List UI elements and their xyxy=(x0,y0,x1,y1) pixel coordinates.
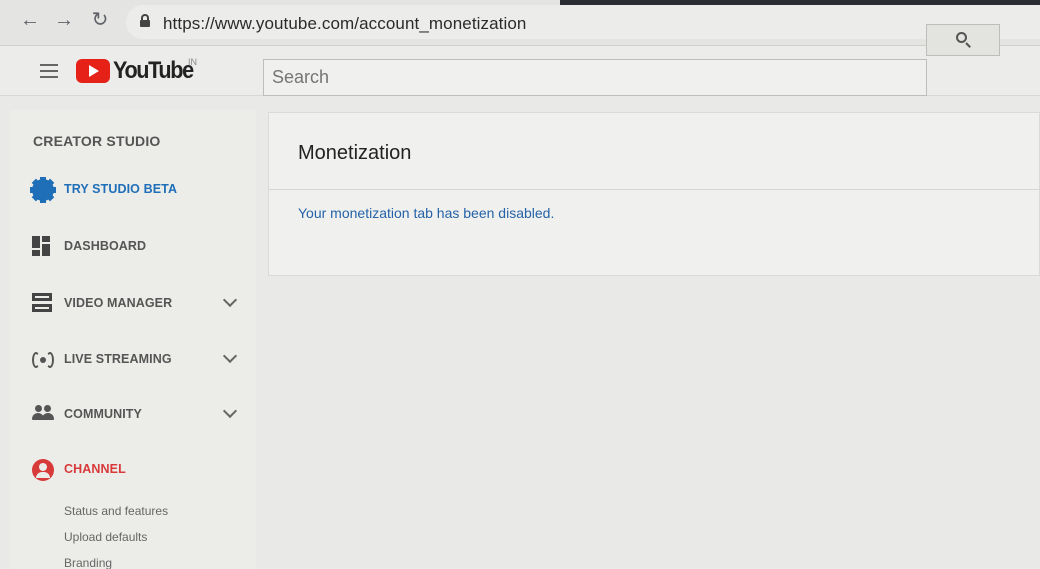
monetization-card: Monetization Your monetization tab has b… xyxy=(268,112,1040,276)
gear-icon xyxy=(30,177,56,203)
search-box xyxy=(263,59,927,96)
logo-country-code: IN xyxy=(188,57,197,67)
sidebar-item-dashboard[interactable]: DASHBOARD xyxy=(30,232,250,262)
sidebar-item-try-studio-beta[interactable]: TRY STUDIO BETA xyxy=(30,175,250,205)
back-arrow-icon[interactable]: ← xyxy=(18,8,42,32)
divider xyxy=(269,189,1040,190)
sidebar-item-community[interactable]: COMMUNITY xyxy=(30,400,250,430)
browser-toolbar: ← → ↻ https://www.youtube.com/account_mo… xyxy=(0,0,1040,46)
youtube-logo[interactable]: YouTube IN xyxy=(76,56,202,86)
logo-text: YouTube xyxy=(113,57,194,84)
forward-arrow-icon[interactable]: → xyxy=(52,8,76,32)
sidebar-subitem-branding[interactable]: Branding xyxy=(64,556,112,569)
sidebar-subitem-upload-defaults[interactable]: Upload defaults xyxy=(64,530,147,544)
community-icon xyxy=(32,404,54,426)
sidebar-item-label: COMMUNITY xyxy=(64,407,142,421)
sidebar-item-live-streaming[interactable]: LIVE STREAMING xyxy=(30,345,250,375)
creator-studio-sidebar: CREATOR STUDIO TRY STUDIO BETA DASHBOARD xyxy=(10,110,256,569)
search-input[interactable] xyxy=(264,60,926,95)
live-streaming-icon xyxy=(32,349,54,371)
monetization-status-message: Your monetization tab has been disabled. xyxy=(298,205,555,221)
chevron-down-icon[interactable] xyxy=(222,292,238,308)
page-title: Monetization xyxy=(298,142,412,164)
search-button[interactable] xyxy=(926,24,1000,56)
address-bar[interactable]: https://www.youtube.com/account_monetiza… xyxy=(126,5,1040,39)
channel-icon xyxy=(32,459,54,481)
sidebar-item-channel[interactable]: CHANNEL xyxy=(30,455,250,485)
sidebar-heading: CREATOR STUDIO xyxy=(33,133,161,149)
sidebar-item-label: LIVE STREAMING xyxy=(64,352,172,366)
sidebar-subitem-status-and-features[interactable]: Status and features xyxy=(64,504,168,518)
chevron-down-icon[interactable] xyxy=(222,403,238,419)
sidebar-item-video-manager[interactable]: VIDEO MANAGER xyxy=(30,289,250,319)
sidebar-item-label: TRY STUDIO BETA xyxy=(64,182,178,196)
dashboard-icon xyxy=(32,236,54,258)
address-url[interactable]: https://www.youtube.com/account_monetiza… xyxy=(163,14,526,34)
lock-icon xyxy=(140,14,150,27)
video-manager-icon xyxy=(32,293,54,315)
reload-icon[interactable]: ↻ xyxy=(88,8,112,32)
youtube-masthead: YouTube IN xyxy=(0,46,1040,96)
sidebar-item-label: CHANNEL xyxy=(64,462,126,476)
menu-icon[interactable] xyxy=(40,64,58,78)
chevron-down-icon[interactable] xyxy=(222,348,238,364)
youtube-play-icon xyxy=(76,59,110,83)
sidebar-item-label: DASHBOARD xyxy=(64,239,147,253)
search-icon xyxy=(956,32,971,48)
sidebar-item-label: VIDEO MANAGER xyxy=(64,296,173,310)
